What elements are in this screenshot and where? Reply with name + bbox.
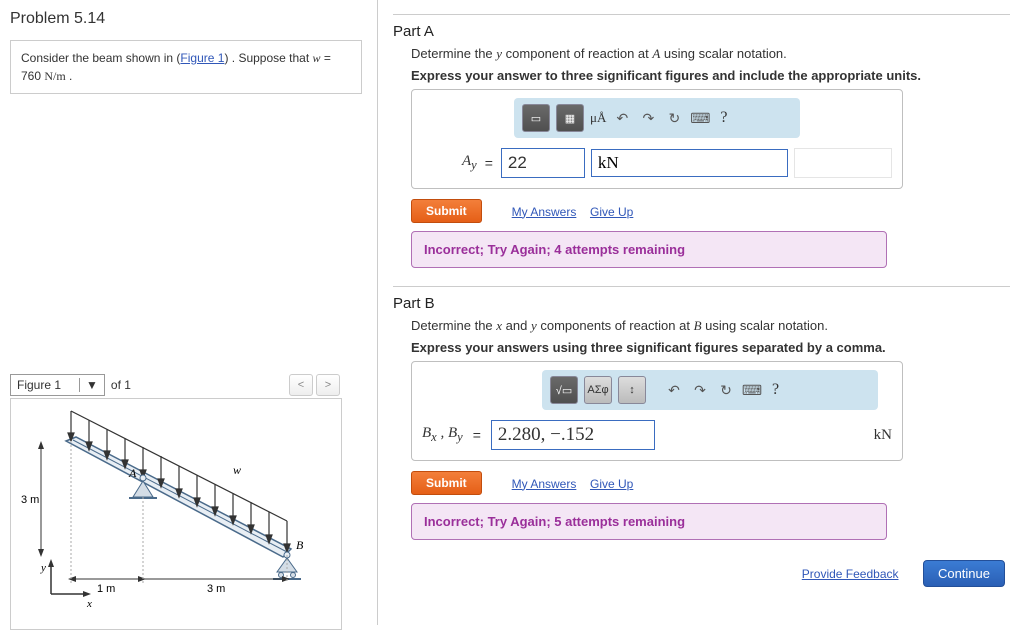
figure-link[interactable]: Figure 1 xyxy=(180,51,224,65)
undo-icon[interactable]: ↶ xyxy=(612,108,632,128)
period: . xyxy=(66,69,73,83)
template-icon[interactable]: ▭ xyxy=(522,104,550,132)
unit-text: N/m xyxy=(44,69,65,83)
format-icon[interactable]: ▦ xyxy=(556,104,584,132)
keyboard-icon[interactable]: ⌨ xyxy=(690,108,710,128)
continue-button[interactable]: Continue xyxy=(923,560,1005,587)
var-w: w xyxy=(313,51,321,65)
provide-feedback-link[interactable]: Provide Feedback xyxy=(802,567,899,581)
figure-prev-button[interactable]: < xyxy=(289,374,313,396)
problem-prompt: Consider the beam shown in (Figure 1) . … xyxy=(10,40,362,94)
t: using scalar notation. xyxy=(702,318,828,333)
dim-1m: 1 m xyxy=(97,583,115,595)
t: and xyxy=(502,318,531,333)
dim-3m: 3 m xyxy=(207,583,225,595)
reset-icon[interactable]: ↻ xyxy=(664,108,684,128)
partB-unit: kN xyxy=(874,427,892,444)
partB-myanswers-link[interactable]: My Answers xyxy=(512,477,577,491)
partA-giveup-link[interactable]: Give Up xyxy=(590,205,633,219)
figure-label: Figure 1 xyxy=(17,378,61,392)
figure-count: of 1 xyxy=(105,378,137,392)
equals-sign: = xyxy=(471,427,483,443)
partB-value-input[interactable]: 2.280, −.152 xyxy=(491,420,655,450)
t: B xyxy=(694,318,702,333)
t: Determine the xyxy=(411,46,496,61)
figure-selector[interactable]: Figure 1 ▼ xyxy=(10,374,105,396)
t: using scalar notation. xyxy=(660,46,786,61)
reset-icon[interactable]: ↻ xyxy=(716,380,736,400)
help-icon[interactable]: ? xyxy=(720,109,727,127)
symbols-button[interactable]: ΑΣφ xyxy=(584,376,612,404)
partB-feedback: Incorrect; Try Again; 5 attempts remaini… xyxy=(411,503,887,540)
partA-extra-box[interactable] xyxy=(794,148,892,178)
axis-y-label: y xyxy=(40,562,46,574)
problem-title: Problem 5.14 xyxy=(10,10,377,28)
partA-feedback: Incorrect; Try Again; 4 attempts remaini… xyxy=(411,231,887,268)
partB-var-label: Bx , By xyxy=(422,425,463,445)
prompt-text2: ) . Suppose that xyxy=(224,51,312,65)
partA-submit-button[interactable]: Submit xyxy=(411,199,482,223)
help-icon[interactable]: ? xyxy=(772,381,779,399)
keyboard-icon[interactable]: ⌨ xyxy=(742,380,762,400)
undo-icon[interactable]: ↶ xyxy=(664,380,684,400)
template-icon[interactable]: √▭ xyxy=(550,376,578,404)
partB-answer-area: √▭ ΑΣφ ↕ ↶ ↷ ↻ ⌨ ? Bx , By = 2.280, −.15… xyxy=(411,361,903,461)
partB-instr: Express your answers using three signifi… xyxy=(411,340,1010,355)
redo-icon[interactable]: ↷ xyxy=(690,380,710,400)
t: Determine the xyxy=(411,318,496,333)
partA-instr: Express your answer to three significant… xyxy=(411,68,1010,83)
partB-submit-button[interactable]: Submit xyxy=(411,471,482,495)
load-w: w xyxy=(233,463,241,477)
partA-value-input[interactable] xyxy=(501,148,585,178)
t: component of reaction at xyxy=(502,46,652,61)
partA-title: Part A xyxy=(393,23,1010,40)
partB-title: Part B xyxy=(393,295,1010,312)
equals-sign: = xyxy=(483,155,495,171)
partB-toolbar: √▭ ΑΣφ ↕ ↶ ↷ ↻ ⌨ ? xyxy=(542,370,878,410)
dropdown-icon: ▼ xyxy=(79,378,98,392)
partA-answer-area: ▭ ▦ μÅ ↶ ↷ ↻ ⌨ ? Ay = xyxy=(411,89,903,189)
point-B: B xyxy=(296,538,304,552)
partB-giveup-link[interactable]: Give Up xyxy=(590,477,633,491)
partA-unit-input[interactable] xyxy=(591,149,788,177)
figure-panel: y x 3 m xyxy=(10,398,342,630)
figure-next-button[interactable]: > xyxy=(316,374,340,396)
partA-var-label: Ay xyxy=(462,153,477,173)
redo-icon[interactable]: ↷ xyxy=(638,108,658,128)
t: components of reaction at xyxy=(537,318,694,333)
dim-vertical: 3 m xyxy=(21,494,39,506)
partA-toolbar: ▭ ▦ μÅ ↶ ↷ ↻ ⌨ ? xyxy=(514,98,800,138)
point-A: A xyxy=(128,466,137,480)
axis-x-label: x xyxy=(86,598,92,610)
partA-desc: Determine the y component of reaction at… xyxy=(411,46,1010,62)
partB-desc: Determine the x and y components of reac… xyxy=(411,318,1010,334)
partA-myanswers-link[interactable]: My Answers xyxy=(512,205,577,219)
units-label: μÅ xyxy=(590,110,606,126)
prompt-text: Consider the beam shown in ( xyxy=(21,51,180,65)
vector-icon[interactable]: ↕ xyxy=(618,376,646,404)
